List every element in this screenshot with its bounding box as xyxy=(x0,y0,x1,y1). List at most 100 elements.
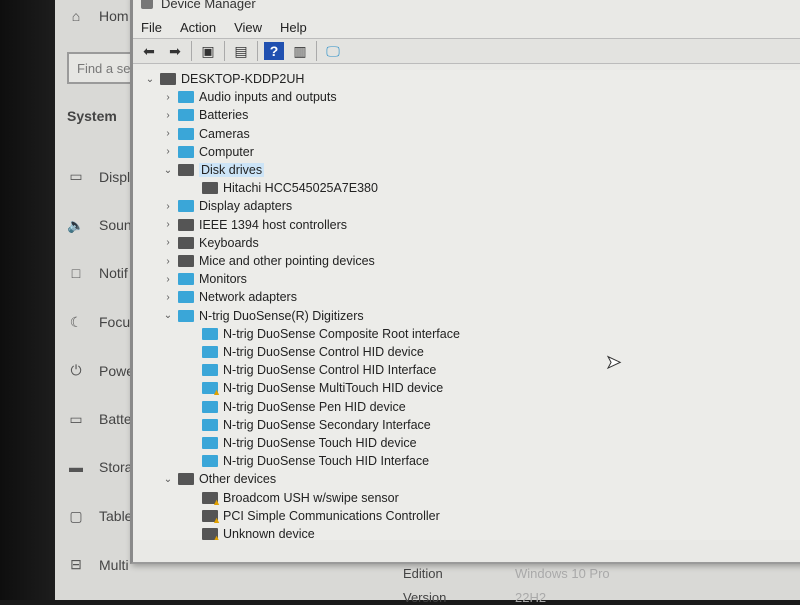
monitor-icon xyxy=(178,145,194,158)
device-tree[interactable]: ⌄ DESKTOP-KDDP2UH › Audio inputs and output… xyxy=(133,70,800,540)
help-icon[interactable]: ? xyxy=(264,42,284,60)
display-adapter-icon xyxy=(178,200,194,213)
settings-nav-item[interactable]: ▭ Batte xyxy=(67,411,132,428)
unknown-device-warning-icon: ▲ xyxy=(202,491,221,507)
settings-nav-item[interactable]: ☾ Focu xyxy=(67,314,130,331)
chevron-down-icon[interactable]: ⌄ xyxy=(161,165,175,176)
chevron-right-icon[interactable]: › xyxy=(161,237,175,248)
moon-icon: ☾ xyxy=(69,313,83,330)
chevron-right-icon[interactable]: › xyxy=(161,92,175,103)
chevron-down-icon[interactable]: ⌄ xyxy=(161,474,175,485)
device-item[interactable]: ▲ Unknown device xyxy=(199,525,315,540)
settings-nav-item[interactable]: □ Notif xyxy=(67,265,128,281)
chevron-down-icon[interactable]: ⌄ xyxy=(143,74,157,85)
settings-nav-item[interactable]: 🔈 Soun xyxy=(67,216,131,234)
device-label: Other devices xyxy=(199,472,277,487)
device-category[interactable]: › Cameras xyxy=(161,125,249,143)
settings-nav-label: Stora xyxy=(99,459,133,475)
device-category[interactable]: › IEEE 1394 host controllers xyxy=(161,216,347,234)
device-label: DESKTOP-KDDP2UH xyxy=(181,72,305,86)
device-category[interactable]: › Audio inputs and outputs xyxy=(161,88,337,106)
settings-nav-item[interactable]: ▭ Displ xyxy=(67,168,130,185)
device-item[interactable]: ▲ Broadcom USH w/swipe sensor xyxy=(199,489,399,507)
device-category[interactable]: ⌄ N-trig DuoSense(R) Digitizers xyxy=(161,307,364,325)
chevron-right-icon[interactable]: › xyxy=(161,256,175,267)
device-label: N-trig DuoSense Control HID Interface xyxy=(223,363,437,378)
network-icon xyxy=(178,291,194,304)
settings-nav-label: Focu xyxy=(99,314,131,330)
device-category[interactable]: ⌄ Other devices xyxy=(161,470,276,488)
device-label: N-trig DuoSense Pen HID device xyxy=(223,399,406,414)
device-category[interactable]: ⌄ Disk drives xyxy=(161,161,265,179)
screen-bezel xyxy=(0,0,55,600)
device-label: N-trig DuoSense Secondary Interface xyxy=(223,417,431,432)
menu-help[interactable]: Help xyxy=(280,20,307,35)
settings-nav-item[interactable]: ⏻ Powe xyxy=(67,362,134,379)
chevron-right-icon[interactable]: › xyxy=(161,128,175,139)
menu-action[interactable]: Action xyxy=(180,20,216,35)
device-item[interactable]: Hitachi HCC545025A7E380 xyxy=(199,179,378,197)
device-category[interactable]: › Display adapters xyxy=(161,197,292,215)
chevron-right-icon[interactable]: › xyxy=(161,274,175,285)
device-label: Display adapters xyxy=(199,199,293,214)
hid-icon xyxy=(202,346,218,358)
settings-nav-item[interactable]: ▬ Stora xyxy=(67,459,132,475)
properties-icon[interactable]: ▣ xyxy=(198,42,218,60)
multitasking-icon: ⊟ xyxy=(70,556,82,572)
device-item[interactable]: N-trig DuoSense Touch HID device xyxy=(199,434,417,452)
speaker-icon: 🔈 xyxy=(67,216,85,233)
device-label: Computer xyxy=(199,144,254,159)
device-category[interactable]: › Computer xyxy=(161,143,254,161)
device-label: Keyboards xyxy=(199,235,259,250)
device-category[interactable]: › Batteries xyxy=(161,106,248,124)
settings-nav-label: Table xyxy=(99,508,133,524)
device-label: Unknown device xyxy=(223,527,315,540)
plug-icon xyxy=(178,218,194,231)
device-item[interactable]: N-trig DuoSense Pen HID device xyxy=(199,398,406,416)
device-item[interactable]: ▲ N-trig DuoSense MultiTouch HID device xyxy=(199,379,443,397)
chevron-right-icon[interactable]: › xyxy=(161,219,175,230)
hid-icon xyxy=(202,455,218,468)
unknown-device-warning-icon: ▲ xyxy=(202,528,221,540)
scan-hardware-icon[interactable]: 🖵 xyxy=(323,42,343,60)
computer-icon xyxy=(160,73,176,85)
settings-nav-item[interactable]: ▢ Table xyxy=(67,508,132,525)
back-icon[interactable]: ⬅ xyxy=(139,42,159,60)
hid-icon xyxy=(202,400,218,413)
chevron-down-icon[interactable]: ⌄ xyxy=(161,310,175,321)
device-item[interactable]: N-trig DuoSense Control HID Interface xyxy=(199,361,436,379)
device-category[interactable]: › Monitors xyxy=(161,270,247,288)
chevron-right-icon[interactable]: › xyxy=(161,110,175,121)
menu-view[interactable]: View xyxy=(234,20,262,35)
device-label: Hitachi HCC545025A7E380 xyxy=(223,181,378,196)
monitor-icon xyxy=(178,273,194,286)
device-item[interactable]: N-trig DuoSense Touch HID Interface xyxy=(199,452,429,470)
device-item[interactable]: ▲ PCI Simple Communications Controller xyxy=(199,507,440,525)
device-item[interactable]: N-trig DuoSense Control HID device xyxy=(199,343,424,361)
device-category[interactable]: › Network adapters xyxy=(161,288,297,306)
device-item[interactable]: N-trig DuoSense Secondary Interface xyxy=(199,416,431,434)
unknown-device-warning-icon: ▲ xyxy=(202,509,221,525)
settings-home[interactable]: ⌂ Hom xyxy=(67,8,129,24)
chevron-right-icon[interactable]: › xyxy=(161,292,175,303)
settings-nav-label: Powe xyxy=(99,362,135,379)
device-item[interactable]: N-trig DuoSense Composite Root interface xyxy=(199,325,460,343)
forward-icon[interactable]: ➡ xyxy=(165,42,185,60)
device-category[interactable]: › Mice and other pointing devices xyxy=(161,252,374,270)
window-title: Device Manager xyxy=(161,0,256,11)
device-category[interactable]: › Keyboards xyxy=(161,234,259,252)
update-driver-icon[interactable]: ▤ xyxy=(231,42,251,60)
menu-file[interactable]: File xyxy=(141,20,162,35)
toolbar-separator xyxy=(316,41,317,61)
device-category[interactable]: ⌄ DESKTOP-KDDP2UH xyxy=(143,70,305,88)
settings-nav-label: Batte xyxy=(99,411,132,427)
chevron-right-icon[interactable]: › xyxy=(161,201,175,212)
view-icon[interactable]: ▥ xyxy=(290,42,310,60)
chevron-right-icon[interactable]: › xyxy=(161,146,175,157)
device-label: Network adapters xyxy=(199,290,297,305)
toolbar-separator xyxy=(257,41,258,61)
settings-nav-label: Notif xyxy=(99,265,128,281)
settings-nav-item[interactable]: ⊟ Multi xyxy=(67,556,128,573)
device-label: Audio inputs and outputs xyxy=(199,90,337,105)
version-value: 22H2 xyxy=(515,590,547,605)
